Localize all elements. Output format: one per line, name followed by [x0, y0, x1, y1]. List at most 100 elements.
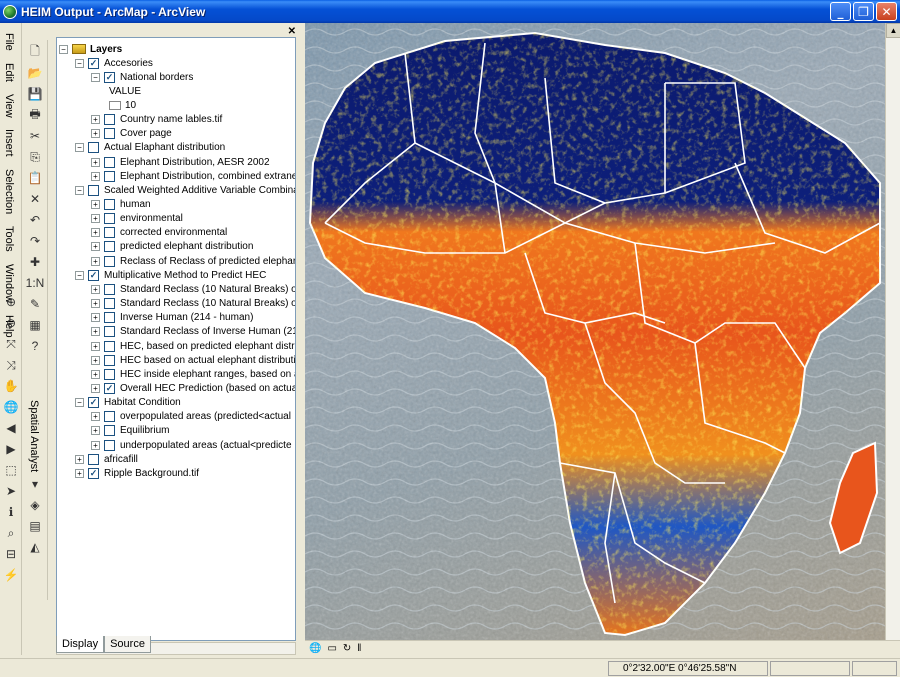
print-icon[interactable]: 🖶	[26, 106, 44, 124]
layer-checkbox[interactable]	[104, 326, 115, 338]
forward-icon[interactable]: ▶	[2, 440, 20, 458]
menu-tools[interactable]: Tools	[3, 226, 15, 252]
refresh-icon[interactable]: ↻	[343, 643, 351, 654]
expand-icon[interactable]: +	[91, 228, 100, 238]
layer-checkbox[interactable]	[104, 298, 115, 310]
zoom-in-icon[interactable]: ⊕	[2, 293, 20, 311]
layer-checkbox[interactable]	[104, 368, 115, 380]
cut-icon[interactable]: ✂	[26, 127, 44, 145]
layer-checkbox[interactable]	[104, 156, 115, 168]
map-display[interactable]	[305, 23, 885, 640]
tree-row[interactable]: − Scaled Weighted Additive Variable Combi…	[75, 183, 295, 197]
collapse-icon[interactable]: −	[59, 44, 68, 54]
tree-row[interactable]: VALUE	[109, 84, 141, 98]
expand-icon[interactable]: +	[75, 454, 84, 464]
expand-icon[interactable]: +	[91, 412, 100, 422]
layer-checkbox[interactable]	[104, 425, 115, 437]
tree-row[interactable]: + HEC, based on predicted elephant distr	[91, 339, 295, 353]
menu-file[interactable]: File	[3, 33, 15, 51]
expand-icon[interactable]: +	[91, 157, 100, 167]
layer-checkbox[interactable]	[104, 255, 115, 267]
tree-row[interactable]: + underpopulated areas (actual<predicte	[91, 438, 292, 452]
tree-row[interactable]: − ✓ National borders	[91, 70, 193, 84]
tree-row[interactable]: − ✓ Habitat Condition	[75, 396, 181, 410]
expand-icon[interactable]: +	[75, 468, 84, 478]
layout-view-icon[interactable]: ▭	[327, 643, 336, 654]
new-document-icon[interactable]: 🗋	[26, 43, 44, 61]
minimize-button[interactable]: _	[830, 2, 851, 21]
layer-checkbox[interactable]	[88, 184, 99, 196]
tree-row[interactable]: − ✓ Multiplicative Method to Predict HEC	[75, 268, 266, 282]
layer-checkbox[interactable]: ✓	[88, 269, 99, 281]
tree-row[interactable]: + HEC inside elephant ranges, based on a	[91, 367, 295, 381]
expand-icon[interactable]: +	[91, 129, 100, 139]
layer-checkbox[interactable]	[104, 283, 115, 295]
scale-icon[interactable]: 1:N	[26, 274, 45, 292]
raster-icon[interactable]: ◈	[26, 496, 44, 514]
tree-row-layers[interactable]: − Layers	[59, 42, 122, 56]
close-button[interactable]: ✕	[876, 2, 897, 21]
data-view-icon[interactable]: 🌐	[309, 643, 321, 654]
expand-icon[interactable]: +	[91, 242, 100, 252]
layer-checkbox[interactable]: ✓	[88, 397, 99, 409]
map-vertical-scrollbar[interactable]: ▲	[885, 23, 900, 640]
tree-row[interactable]: + Elephant Distribution, AESR 2002	[91, 155, 270, 169]
select-features-icon[interactable]: ⬚	[2, 461, 20, 479]
tree-row[interactable]: + africafill	[75, 452, 138, 466]
layer-checkbox[interactable]	[104, 227, 115, 239]
collapse-icon[interactable]: −	[75, 398, 84, 408]
tree-row[interactable]: + HEC based on actual elephant distributi	[91, 353, 295, 367]
save-icon[interactable]: 💾	[26, 85, 44, 103]
spatial-analyst-dropdown-icon[interactable]: ▾	[26, 475, 44, 493]
back-icon[interactable]: ◀	[2, 419, 20, 437]
expand-icon[interactable]: +	[91, 115, 100, 125]
expand-icon[interactable]: +	[91, 440, 100, 450]
fixed-zoom-in-icon[interactable]: ⤧	[2, 335, 20, 353]
catalog-icon[interactable]: ▦	[26, 316, 44, 334]
expand-icon[interactable]: +	[91, 200, 100, 209]
redo-icon[interactable]: ↷	[26, 232, 44, 250]
menu-edit[interactable]: Edit	[3, 63, 15, 82]
tab-source[interactable]: Source	[104, 636, 151, 653]
paste-icon[interactable]: 📋	[26, 169, 44, 187]
expand-icon[interactable]: +	[91, 341, 100, 351]
layer-checkbox[interactable]	[104, 411, 115, 423]
tab-display[interactable]: Display	[56, 636, 105, 653]
collapse-icon[interactable]: −	[75, 143, 84, 153]
layer-checkbox[interactable]	[104, 170, 115, 182]
menu-selection[interactable]: Selection	[3, 169, 15, 214]
maximize-button[interactable]: ❐	[853, 2, 874, 21]
tree-row[interactable]: − ✓ Accesories	[75, 56, 153, 70]
find-icon[interactable]: ⌕	[2, 524, 20, 542]
tree-row[interactable]: + Reclass of Reclass of predicted elephar	[91, 254, 295, 268]
layer-checkbox[interactable]: ✓	[104, 382, 115, 394]
layer-checkbox[interactable]: ✓	[88, 57, 99, 69]
histogram-icon[interactable]: ▤	[26, 517, 44, 535]
layer-checkbox[interactable]	[104, 439, 115, 451]
layer-checkbox[interactable]: ✓	[88, 467, 99, 479]
undo-icon[interactable]: ↶	[26, 211, 44, 229]
layer-checkbox[interactable]	[104, 340, 115, 352]
expand-icon[interactable]: +	[91, 256, 100, 266]
tree-row[interactable]: + environmental	[91, 212, 183, 226]
tree-row[interactable]: + corrected environmental	[91, 226, 227, 240]
layer-checkbox[interactable]	[88, 453, 99, 465]
tree-row[interactable]: + overpopulated areas (predicted<actual	[91, 410, 291, 424]
expand-icon[interactable]: +	[91, 313, 100, 323]
expand-icon[interactable]: +	[91, 284, 100, 294]
add-data-icon[interactable]: ✚	[26, 253, 44, 271]
expand-icon[interactable]: +	[91, 355, 100, 365]
pan-icon[interactable]: ✋	[2, 377, 20, 395]
tree-row[interactable]: + Standard Reclass (10 Natural Breaks) o	[91, 297, 295, 311]
tree-row[interactable]: − Actual Elaphant distribution	[75, 141, 225, 155]
layer-checkbox[interactable]	[88, 142, 99, 154]
copy-icon[interactable]: ⎘	[26, 148, 44, 166]
menu-insert[interactable]: Insert	[3, 129, 15, 157]
editor-icon[interactable]: ✎	[26, 295, 44, 313]
zoom-out-icon[interactable]: ⊖	[2, 314, 20, 332]
contour-icon[interactable]: ◭	[26, 538, 44, 556]
layer-checkbox[interactable]	[104, 354, 115, 366]
measure-icon[interactable]: ⊟	[2, 545, 20, 563]
tree-row[interactable]: + Standard Reclass of Inverse Human (21	[91, 325, 295, 339]
africa-hec-map[interactable]	[305, 23, 885, 640]
